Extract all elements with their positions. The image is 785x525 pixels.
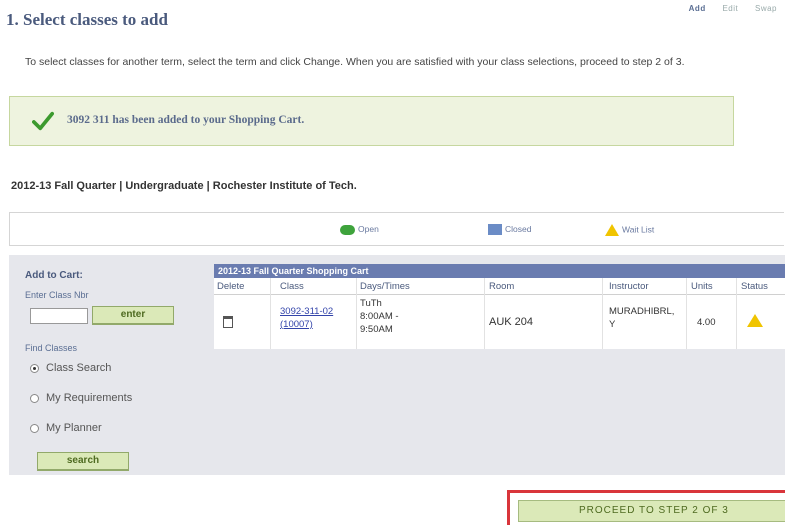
page-title: 1. Select classes to add [6, 10, 168, 29]
search-button[interactable]: search [37, 452, 129, 471]
radio-icon [30, 393, 39, 403]
column-delete: Delete [217, 281, 245, 292]
class-nbr-input[interactable] [30, 308, 88, 324]
days-times-line2: 8:00AM - [360, 311, 399, 322]
units-value: 4.00 [697, 317, 716, 328]
wait-list-icon [605, 224, 619, 236]
status-legend: Open Closed Wait List [9, 212, 784, 246]
find-classes-label: Find Classes [25, 343, 78, 353]
delete-trash-icon[interactable] [223, 316, 233, 328]
days-times-line3: 9:50AM [360, 324, 393, 335]
radio-my-planner[interactable]: My Planner [30, 422, 102, 434]
wait-list-status-icon [747, 314, 763, 327]
enter-class-nbr-label: Enter Class Nbr [25, 290, 89, 300]
checkmark-icon [32, 111, 54, 131]
instructor-line2: Y [609, 319, 616, 330]
room-value: AUK 204 [489, 316, 534, 328]
enter-button[interactable]: enter [92, 306, 174, 325]
column-instructor: Instructor [609, 281, 649, 292]
step-swap: Swap [754, 4, 777, 13]
success-message-box: 3092 311 has been added to your Shopping… [9, 96, 734, 146]
radio-icon [30, 423, 39, 433]
instructions-text: To select classes for another term, sele… [25, 56, 685, 68]
step-indicator: Add Edit Swap [675, 4, 777, 13]
step-add: Add [688, 4, 706, 13]
column-room: Room [489, 281, 515, 292]
proceed-to-step-2-button[interactable]: PROCEED TO STEP 2 OF 3 [518, 500, 785, 522]
column-class: Class [280, 281, 304, 292]
class-number-link[interactable]: (10007) [280, 319, 313, 330]
column-status: Status [741, 281, 768, 292]
legend-open: Open [340, 224, 379, 235]
step-edit: Edit [722, 4, 739, 13]
column-days-times: Days/Times [360, 281, 410, 292]
closed-status-icon [488, 224, 502, 236]
radio-selected-icon [30, 363, 39, 373]
class-link[interactable]: 3092-311-02 [280, 306, 333, 317]
open-status-icon [340, 224, 355, 235]
add-to-cart-label: Add to Cart: [25, 270, 83, 281]
proceed-highlight: PROCEED TO STEP 2 OF 3 [507, 490, 785, 525]
shopping-cart-header: 2012-13 Fall Quarter Shopping Cart [214, 264, 785, 278]
instructor-line1: MURADHIBRL, [609, 306, 675, 317]
success-message: 3092 311 has been added to your Shopping… [67, 114, 305, 126]
term-heading: 2012-13 Fall Quarter | Undergraduate | R… [11, 180, 357, 192]
column-units: Units [691, 281, 713, 292]
days-times-line1: TuTh [360, 298, 382, 309]
legend-wait-list: Wait List [605, 224, 654, 236]
legend-closed: Closed [488, 224, 531, 236]
radio-my-requirements[interactable]: My Requirements [30, 392, 132, 404]
radio-class-search[interactable]: Class Search [30, 362, 111, 374]
shopping-cart-table: 2012-13 Fall Quarter Shopping Cart Delet… [214, 264, 785, 349]
